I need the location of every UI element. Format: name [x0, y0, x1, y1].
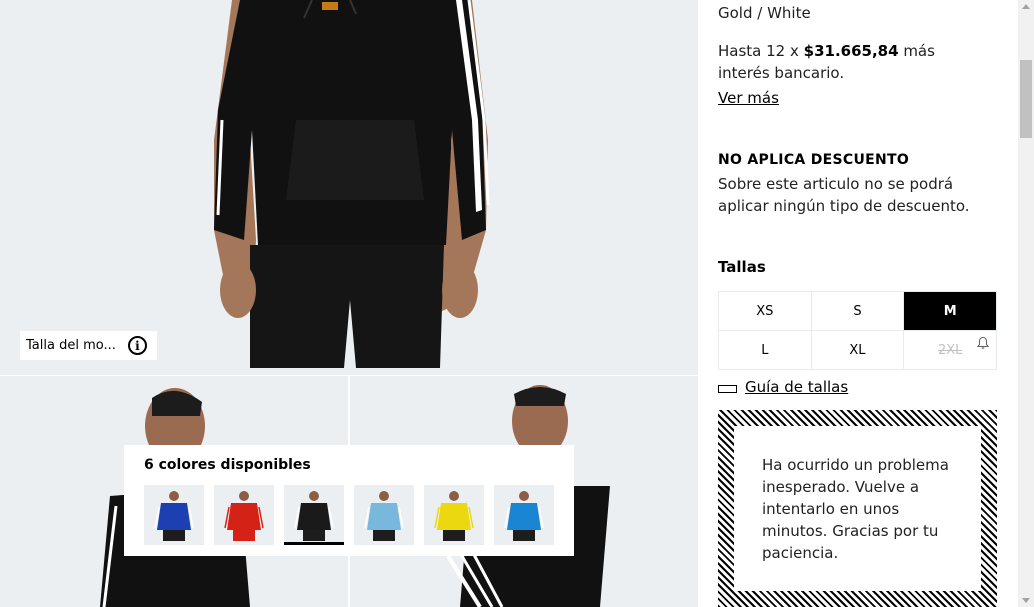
size-option-xs[interactable]: XS	[719, 292, 812, 331]
scroll-up-arrow-icon[interactable]	[1022, 4, 1030, 9]
no-discount-title: NO APLICA DESCUENTO	[718, 152, 910, 168]
colors-available-title: 6 colores disponibles	[144, 457, 311, 473]
installments-info: Hasta 12 x $31.665,84 más interés bancar…	[718, 40, 988, 84]
main-product-photo[interactable]: Talla del mo... i	[0, 0, 698, 375]
size-option-m[interactable]: M	[904, 292, 997, 331]
page-scrollbar[interactable]	[1018, 0, 1034, 607]
sizes-title: Tallas	[718, 258, 766, 276]
ruler-icon	[718, 385, 737, 393]
scroll-down-arrow-icon[interactable]	[1022, 598, 1030, 603]
bell-icon[interactable]	[976, 336, 990, 350]
size-guide-label: Guía de tallas	[745, 378, 849, 396]
size-option-2xl-label: 2XL	[937, 342, 963, 358]
color-selector-popup: 6 colores disponibles	[124, 445, 574, 556]
model-hoodie-image	[0, 0, 698, 375]
color-swatch-red[interactable]	[214, 485, 274, 545]
color-swatch-sky-blue[interactable]	[494, 485, 554, 545]
size-option-l[interactable]: L	[719, 331, 812, 370]
size-option-xl[interactable]: XL	[811, 331, 905, 370]
no-discount-text: Sobre este articulo no se podrá aplicar …	[718, 175, 970, 215]
color-name: Gold / White	[718, 4, 811, 22]
model-size-chip[interactable]: Talla del mo... i	[20, 331, 157, 360]
size-option-2xl[interactable]: 2XL	[904, 331, 997, 370]
product-details-panel: Gold / White Hasta 12 x $31.665,84 más i…	[698, 0, 1018, 607]
color-swatches	[144, 485, 554, 545]
size-option-s[interactable]: S	[811, 292, 905, 331]
color-swatch-black[interactable]	[284, 485, 344, 545]
color-swatch-yellow[interactable]	[424, 485, 484, 545]
size-guide-link[interactable]: Guía de tallas	[718, 378, 848, 396]
ver-mas-link[interactable]: Ver más	[718, 89, 779, 107]
scrollbar-thumb[interactable]	[1020, 60, 1032, 138]
error-message-text: Ha ocurrido un problema inesperado. Vuel…	[734, 426, 981, 591]
color-swatch-light-blue[interactable]	[354, 485, 414, 545]
installments-prefix: Hasta 12 x	[718, 42, 804, 60]
size-selector: XS S M L XL 2XL	[718, 291, 997, 370]
error-message-box: Ha ocurrido un problema inesperado. Vuel…	[718, 410, 997, 607]
installments-amount: $31.665,84	[803, 42, 899, 60]
color-swatch-blue[interactable]	[144, 485, 204, 545]
model-size-label: Talla del mo...	[26, 338, 116, 353]
product-gallery: Talla del mo... i 6 colores disponibles	[0, 0, 698, 607]
info-icon[interactable]: i	[127, 336, 147, 355]
